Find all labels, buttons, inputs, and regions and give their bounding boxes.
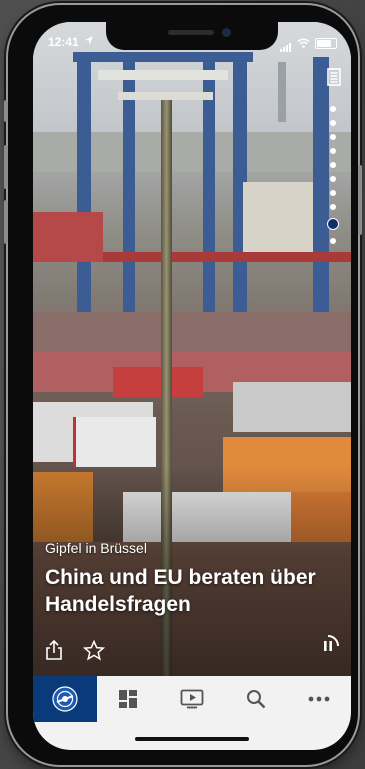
light-mast-bar (118, 92, 213, 100)
pager-dot[interactable] (330, 204, 336, 210)
pager-dot[interactable] (330, 134, 336, 140)
app-screen: 12:41 Gipfel in Brüssel China und EU ber… (33, 22, 351, 750)
tab-video[interactable] (160, 676, 224, 722)
volume-up-button (4, 145, 8, 189)
pager-dot[interactable] (330, 190, 336, 196)
story-title[interactable]: China und EU beraten über Handelsfragen (45, 564, 325, 618)
story-subtitle: Gipfel in Brüssel (45, 540, 147, 556)
container (73, 417, 156, 467)
status-indicators (280, 34, 337, 52)
grid-icon (119, 690, 138, 708)
pause-progress-icon[interactable] (316, 634, 340, 658)
light-mast-top (98, 70, 228, 80)
tab-home[interactable] (33, 676, 97, 722)
location-arrow-icon (85, 36, 93, 45)
tab-search[interactable] (224, 676, 288, 722)
play-video-icon (180, 689, 204, 709)
cellular-signal-icon (280, 34, 292, 52)
story-list-icon[interactable] (327, 68, 341, 86)
battery-icon (315, 37, 337, 49)
pager-dot[interactable] (330, 176, 336, 182)
more-icon (308, 696, 330, 702)
tab-bar (33, 676, 351, 722)
tagesschau-logo-icon (52, 686, 78, 712)
pager-dot[interactable] (330, 106, 336, 112)
wifi-icon (297, 38, 310, 48)
pager-dot[interactable] (330, 162, 336, 168)
crane-leg (123, 62, 135, 322)
pager-dot[interactable] (330, 238, 336, 244)
pager-dot-active[interactable] (327, 218, 339, 230)
mute-switch (4, 100, 8, 122)
notch (106, 22, 278, 50)
church-spire (278, 62, 286, 122)
status-time: 12:41 (48, 35, 79, 49)
crane-beam (63, 252, 351, 262)
search-icon (246, 690, 265, 709)
front-camera (222, 28, 231, 37)
star-bookmark-icon[interactable] (83, 640, 105, 661)
home-indicator[interactable] (135, 737, 249, 741)
crane-beam (73, 52, 253, 62)
tab-more[interactable] (287, 676, 351, 722)
share-icon[interactable] (45, 639, 63, 661)
crane-leg (77, 52, 91, 322)
container (233, 382, 351, 432)
story-pager[interactable] (327, 106, 339, 244)
pager-dot[interactable] (330, 148, 336, 154)
power-button (358, 165, 362, 235)
container (113, 367, 203, 397)
pager-dot[interactable] (330, 120, 336, 126)
home-indicator-area (33, 722, 351, 750)
container-row (33, 312, 351, 352)
container (33, 212, 103, 262)
volume-down-button (4, 200, 8, 244)
container (243, 182, 313, 252)
tab-overview[interactable] (97, 676, 161, 722)
earpiece (168, 30, 214, 35)
